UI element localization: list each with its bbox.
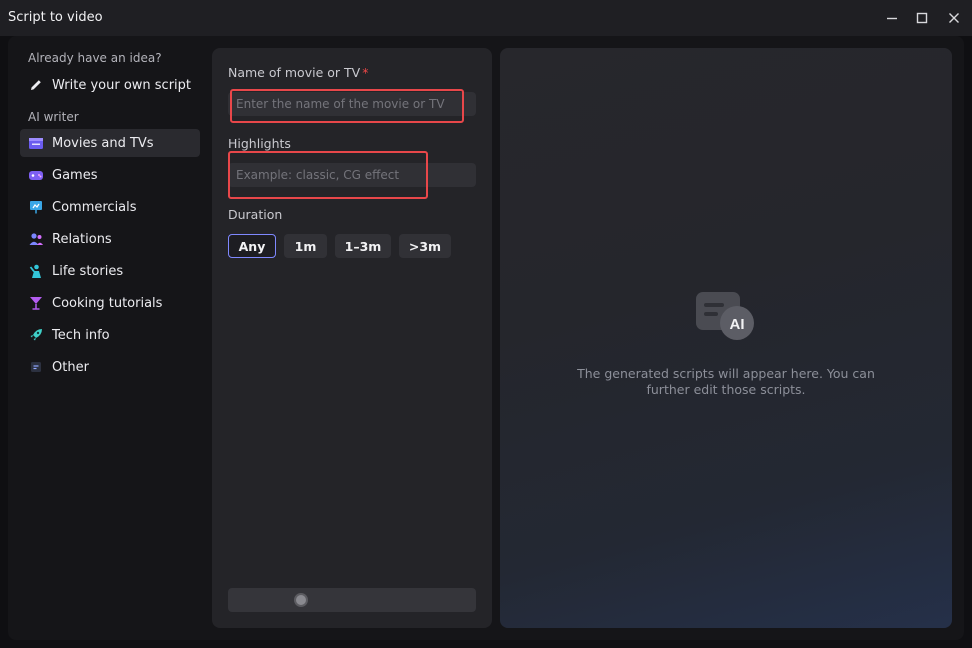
highlights-highlight-box bbox=[228, 151, 428, 199]
ai-writer-heading: AI writer bbox=[28, 110, 79, 124]
duration-1-3m-button[interactable]: 1–3m bbox=[335, 234, 391, 258]
generate-button[interactable] bbox=[228, 588, 476, 612]
minimize-icon bbox=[887, 17, 897, 20]
script-preview-panel: AI The generated scripts will appear her… bbox=[500, 48, 952, 628]
script-form-panel: Name of movie or TV * Enter the name of t… bbox=[212, 48, 492, 628]
sidebar-item-label: Life stories bbox=[52, 263, 124, 279]
highlights-label: Highlights bbox=[228, 136, 291, 151]
maximize-button[interactable] bbox=[909, 6, 935, 30]
window-title: Script to video bbox=[8, 10, 103, 25]
sidebar-item-label: Movies and TVs bbox=[52, 135, 154, 151]
sidebar-item-life-stories[interactable]: Life stories bbox=[20, 257, 200, 285]
clapperboard-icon bbox=[28, 135, 44, 151]
pencil-icon bbox=[28, 77, 44, 93]
required-mark: * bbox=[362, 65, 369, 80]
movie-name-label: Name of movie or TV * bbox=[228, 65, 369, 80]
title-bar: Script to video bbox=[0, 0, 972, 36]
sidebar-item-label: Relations bbox=[52, 231, 112, 247]
cocktail-glass-icon bbox=[28, 295, 44, 311]
presentation-icon bbox=[28, 199, 44, 215]
sidebar-item-label: Cooking tutorials bbox=[52, 295, 163, 311]
minimize-button[interactable] bbox=[879, 6, 905, 30]
movie-name-highlight-box bbox=[230, 89, 464, 123]
write-own-script-label: Write your own script bbox=[52, 77, 192, 93]
person-waving-icon bbox=[28, 263, 44, 279]
sidebar-item-label: Games bbox=[52, 167, 98, 183]
loading-icon bbox=[294, 593, 308, 607]
sidebar-item-other[interactable]: Other bbox=[20, 353, 200, 381]
gamepad-icon bbox=[28, 167, 44, 183]
duration-any-button[interactable]: Any bbox=[228, 234, 276, 258]
sidebar-item-movies-and-tvs[interactable]: Movies and TVs bbox=[20, 129, 200, 157]
rocket-icon bbox=[28, 327, 44, 343]
note-icon bbox=[28, 359, 44, 375]
duration-label: Duration bbox=[228, 207, 283, 222]
idea-heading: Already have an idea? bbox=[28, 51, 162, 65]
close-button[interactable] bbox=[941, 6, 967, 30]
sidebar-item-label: Tech info bbox=[52, 327, 110, 343]
sidebar-item-relations[interactable]: Relations bbox=[20, 225, 200, 253]
people-icon bbox=[28, 231, 44, 247]
close-icon bbox=[949, 13, 959, 23]
maximize-icon bbox=[916, 12, 928, 24]
duration-1m-button[interactable]: 1m bbox=[284, 234, 327, 258]
ai-document-icon: AI bbox=[696, 292, 754, 340]
sidebar-item-commercials[interactable]: Commercials bbox=[20, 193, 200, 221]
sidebar-item-label: Commercials bbox=[52, 199, 137, 215]
duration-over-3m-button[interactable]: >3m bbox=[399, 234, 451, 258]
sidebar-item-cooking-tutorials[interactable]: Cooking tutorials bbox=[20, 289, 200, 317]
sidebar-item-tech-info[interactable]: Tech info bbox=[20, 321, 200, 349]
sidebar-item-label: Other bbox=[52, 359, 89, 375]
sidebar-item-games[interactable]: Games bbox=[20, 161, 200, 189]
svg-text:AI: AI bbox=[730, 316, 745, 333]
write-own-script-button[interactable]: Write your own script bbox=[20, 71, 200, 99]
preview-empty-message: The generated scripts will appear here. … bbox=[577, 366, 875, 397]
